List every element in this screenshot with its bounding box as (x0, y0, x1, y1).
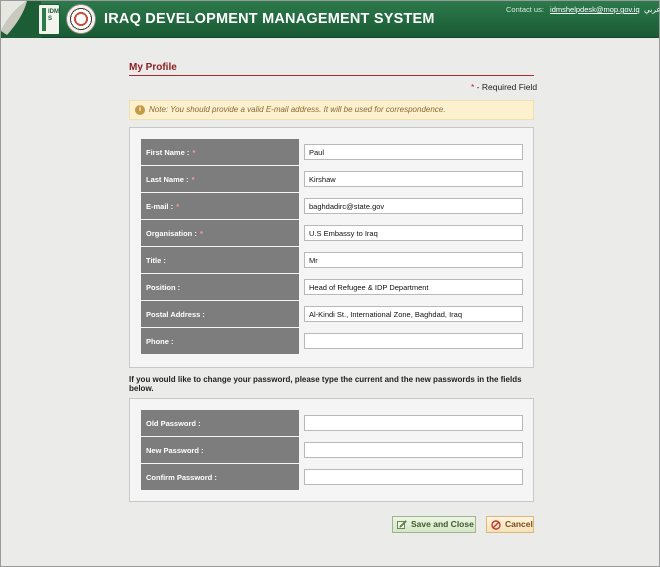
page-curl-graphic (1, 1, 41, 38)
required-field-label: - Required Field (474, 82, 538, 92)
cancel-button[interactable]: Cancel (486, 516, 534, 533)
required-field-note: * - Required Field (471, 82, 537, 92)
position-input[interactable] (304, 279, 523, 295)
app-header: IDMS IRAQ DEVELOPMENT MANAGEMENT SYSTEM … (1, 1, 660, 38)
phone-label: Phone : (141, 328, 299, 354)
page-title: My Profile (129, 62, 177, 73)
form-row-postal-address: Postal Address : (141, 301, 524, 328)
save-and-close-button[interactable]: Save and Close (392, 516, 476, 533)
email-note-box: i Note: You should provide a valid E-mai… (129, 100, 534, 120)
form-row-email: E-mail : * (141, 193, 524, 220)
password-change-hint: If you would like to change your passwor… (129, 375, 522, 393)
title-input[interactable] (304, 252, 523, 268)
form-row-last-name: Last Name : * (141, 166, 524, 193)
form-row-first-name: First Name : * (141, 139, 524, 166)
old-password-input[interactable] (304, 415, 523, 431)
postal-address-input[interactable] (304, 306, 523, 322)
email-input[interactable] (304, 198, 523, 214)
contact-email-link[interactable]: idmshelpdesk@mop.gov.iq (550, 5, 640, 14)
save-and-close-label: Save and Close (411, 519, 474, 529)
new-password-label: New Password : (141, 437, 299, 463)
last-name-label: Last Name : * (141, 166, 299, 192)
form-row-confirm-password: Confirm Password : (141, 464, 524, 491)
cancel-icon (491, 520, 501, 530)
save-edit-icon (397, 520, 407, 529)
password-form-panel: Old Password : New Password : Confirm Pa… (129, 398, 534, 502)
idms-logo: IDMS (38, 4, 60, 35)
new-password-input[interactable] (304, 442, 523, 458)
old-password-label: Old Password : (141, 410, 299, 436)
form-row-old-password: Old Password : (141, 410, 524, 437)
postal-address-label: Postal Address : (141, 301, 299, 327)
ministry-seal-logo (66, 4, 96, 34)
organisation-label: Organisation : * (141, 220, 299, 246)
contact-info: Contact us: idmshelpdesk@mop.gov.iq (506, 5, 640, 14)
form-row-position: Position : (141, 274, 524, 301)
confirm-password-label: Confirm Password : (141, 464, 299, 490)
idms-logo-text: IDMS (48, 9, 59, 22)
first-name-input[interactable] (304, 144, 523, 160)
app-title: IRAQ DEVELOPMENT MANAGEMENT SYSTEM (104, 11, 435, 27)
email-label: E-mail : * (141, 193, 299, 219)
position-label: Position : (141, 274, 299, 300)
form-row-title: Title : (141, 247, 524, 274)
cancel-label: Cancel (505, 519, 533, 529)
language-switch-link[interactable]: عربي (644, 5, 660, 14)
form-row-new-password: New Password : (141, 437, 524, 464)
organisation-input[interactable] (304, 225, 523, 241)
phone-input[interactable] (304, 333, 523, 349)
info-icon: i (135, 105, 145, 115)
confirm-password-input[interactable] (304, 469, 523, 485)
first-name-label: First Name : * (141, 139, 299, 165)
contact-label: Contact us: (506, 5, 544, 14)
title-label: Title : (141, 247, 299, 273)
last-name-input[interactable] (304, 171, 523, 187)
title-divider (129, 75, 534, 76)
profile-form-panel: First Name : * Last Name : * E-mail : * … (129, 127, 534, 368)
email-note-text: Note: You should provide a valid E-mail … (149, 105, 446, 114)
form-row-phone: Phone : (141, 328, 524, 355)
page-frame: IDMS IRAQ DEVELOPMENT MANAGEMENT SYSTEM … (0, 0, 660, 567)
form-row-organisation: Organisation : * (141, 220, 524, 247)
